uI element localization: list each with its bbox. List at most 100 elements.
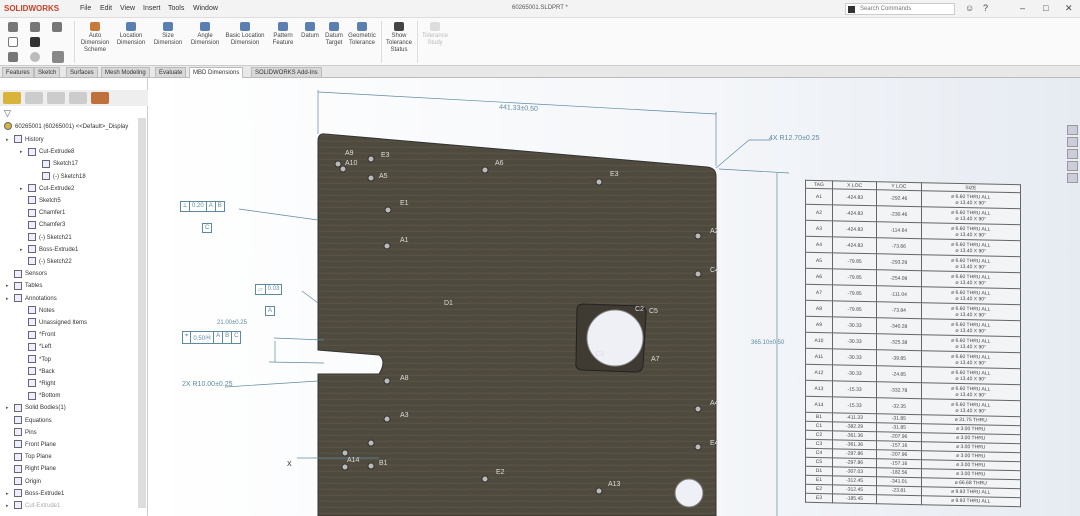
tree-item[interactable]: (-) Sketch18 [42, 172, 86, 182]
tree-item[interactable]: Chamfer1 [28, 208, 65, 218]
pattern-feature-button[interactable]: Pattern Feature [268, 22, 298, 47]
help-icon[interactable]: ? [983, 3, 988, 13]
expand-icon[interactable]: ▸ [6, 403, 9, 413]
angle-dimension-button[interactable]: Angle Dimension [188, 22, 222, 47]
tree-item[interactable]: Equations [14, 416, 52, 426]
tree-item[interactable]: *Back [28, 367, 55, 377]
tab-surfaces[interactable]: Surfaces [66, 67, 98, 78]
tree-item[interactable]: *Front [28, 330, 55, 340]
appearances-tab[interactable] [1067, 173, 1078, 183]
feature-manager-tab[interactable] [3, 92, 21, 104]
select-icon[interactable] [52, 51, 64, 63]
corner-radius-dimension[interactable]: 4X R12.70±0.25 [769, 135, 820, 142]
tree-item[interactable]: Unassigned Items [28, 318, 87, 328]
tree-item[interactable]: ▸ Boss-Extrude1 [6, 489, 64, 499]
position-fcf[interactable]: ⌖ 0.50Ⓜ A B C [182, 331, 242, 344]
tree-item[interactable]: Sketch5 [28, 196, 61, 206]
tree-item[interactable]: Sketch17 [42, 159, 78, 169]
rebuild-icon[interactable] [30, 52, 40, 62]
tree-item[interactable]: ▸ Cut-Extrude1 [6, 501, 60, 511]
datum-button[interactable]: Datum [298, 22, 322, 40]
property-manager-tab[interactable] [25, 92, 43, 104]
task-pane-tabs[interactable] [1067, 125, 1080, 185]
hole-table[interactable]: TAG X LOC Y LOC SIZE A1 -424.83 -292.46 ⌀ 6.60… [805, 179, 1021, 508]
menu-edit[interactable]: Edit [100, 5, 112, 12]
datum-target-button[interactable]: Datum Target [322, 22, 346, 47]
design-library-tab[interactable] [1067, 137, 1078, 147]
tree-item[interactable]: (-) Sketch22 [28, 257, 72, 267]
flatness-fcf[interactable]: ⏥ 0.03 [255, 284, 283, 295]
tree-item[interactable]: (-) Sketch21 [28, 233, 72, 243]
tab-sketch[interactable]: Sketch [34, 67, 61, 78]
tree-item[interactable]: Sensors [14, 269, 47, 279]
tab-mesh-modeling[interactable]: Mesh Modeling [101, 67, 150, 78]
geometric-tolerance-button[interactable]: Geometric Tolerance [346, 22, 378, 47]
user-icon[interactable]: ☺ [965, 3, 974, 13]
panel-scrollbar[interactable] [138, 118, 146, 508]
display-manager-tab[interactable] [91, 92, 109, 104]
dimxpert-manager-tab[interactable] [69, 92, 87, 104]
tree-item[interactable]: *Left [28, 342, 51, 352]
expand-icon[interactable]: ▸ [20, 245, 23, 255]
expand-icon[interactable]: ▸ [6, 501, 9, 511]
slot-width-dimension[interactable]: 21.00±0.25 [217, 320, 247, 326]
filter-icon[interactable]: ▽ [4, 108, 11, 118]
show-tolerance-status-button[interactable]: Show Tolerance Status [384, 22, 414, 54]
menu-tools[interactable]: Tools [168, 5, 184, 12]
configuration-manager-tab[interactable] [47, 92, 65, 104]
basic-location-dimension-button[interactable]: Basic Location Dimension [224, 22, 266, 47]
slot-radius-dimension[interactable]: 2X R10.00±0.25 [182, 381, 233, 388]
menu-insert[interactable]: Insert [143, 5, 161, 12]
datum-c[interactable]: C [202, 223, 213, 233]
tree-item[interactable]: ▸ History [6, 135, 44, 145]
expand-icon[interactable]: ▸ [6, 294, 9, 304]
tab-evaluate[interactable]: Evaluate [155, 67, 187, 78]
tree-item[interactable]: Right Plane [14, 464, 56, 474]
open-icon[interactable] [8, 52, 18, 62]
tree-item[interactable]: ▸ Cut-Extrude8 [20, 147, 74, 157]
restore-button[interactable]: □ [1043, 3, 1048, 13]
home-icon[interactable] [8, 22, 18, 32]
tree-item[interactable]: Chamfer3 [28, 220, 65, 230]
menu-file[interactable]: File [80, 5, 91, 12]
menu-window[interactable]: Window [193, 5, 218, 12]
tree-item[interactable]: *Bottom [28, 391, 60, 401]
tree-item[interactable]: Origin [14, 477, 41, 487]
tree-item[interactable]: *Right [28, 379, 55, 389]
expand-icon[interactable]: ▸ [20, 147, 23, 157]
search-commands-input[interactable]: Search Commands [845, 3, 955, 15]
save-icon[interactable] [30, 22, 40, 32]
tree-item[interactable]: Notes [28, 306, 55, 316]
close-button[interactable]: ✕ [1065, 3, 1073, 14]
print-icon[interactable] [30, 37, 40, 47]
tree-item[interactable]: ▸ Tables [6, 281, 42, 291]
tree-root[interactable]: 60265001 (60265001) <<Default>_Display [4, 122, 128, 132]
file-explorer-tab[interactable] [1067, 149, 1078, 159]
tab-mbd-dimensions[interactable]: MBD Dimensions [189, 67, 244, 78]
resources-tab[interactable] [1067, 125, 1078, 135]
minimize-button[interactable]: – [1020, 3, 1025, 13]
expand-icon[interactable]: ▸ [6, 281, 9, 291]
perpendicularity-fcf[interactable]: ⟂ 0.20 A B [180, 201, 225, 212]
tab-solidworks-add-ins[interactable]: SOLIDWORKS Add-Ins [251, 67, 322, 78]
tree-item[interactable]: ▸ Solid Bodies(1) [6, 403, 66, 413]
datum-a[interactable]: A [265, 306, 276, 316]
tree-item[interactable]: *Top [28, 355, 51, 365]
tree-item[interactable]: Pins [14, 428, 37, 438]
graphics-viewport[interactable]: 🔍 🔍 ⤢ ▣ ◧ ▦ · ◐ · ✦ · ● ◉ · ▭ 441.33±0.5… [149, 78, 1080, 516]
tree-item[interactable]: ▸ Boss-Extrude1 [20, 245, 78, 255]
auto-dimension-scheme-button[interactable]: Auto Dimension Scheme [78, 22, 112, 54]
expand-icon[interactable]: ▸ [6, 489, 9, 499]
new-document-icon[interactable] [8, 37, 18, 47]
undo-icon[interactable] [52, 22, 62, 32]
size-dimension-button[interactable]: Size Dimension [150, 22, 186, 47]
expand-icon[interactable]: ▸ [20, 184, 23, 194]
menu-view[interactable]: View [120, 5, 135, 12]
tree-item[interactable]: Front Plane [14, 440, 56, 450]
view-palette-tab[interactable] [1067, 161, 1078, 171]
tab-features[interactable]: Features [2, 67, 34, 78]
tree-item[interactable]: Top Plane [14, 452, 52, 462]
height-dimension[interactable]: 365.10±0.50 [751, 340, 784, 346]
tree-item[interactable]: ▸ Cut-Extrude2 [20, 184, 74, 194]
tree-item[interactable]: ▸ Annotations [6, 294, 57, 304]
